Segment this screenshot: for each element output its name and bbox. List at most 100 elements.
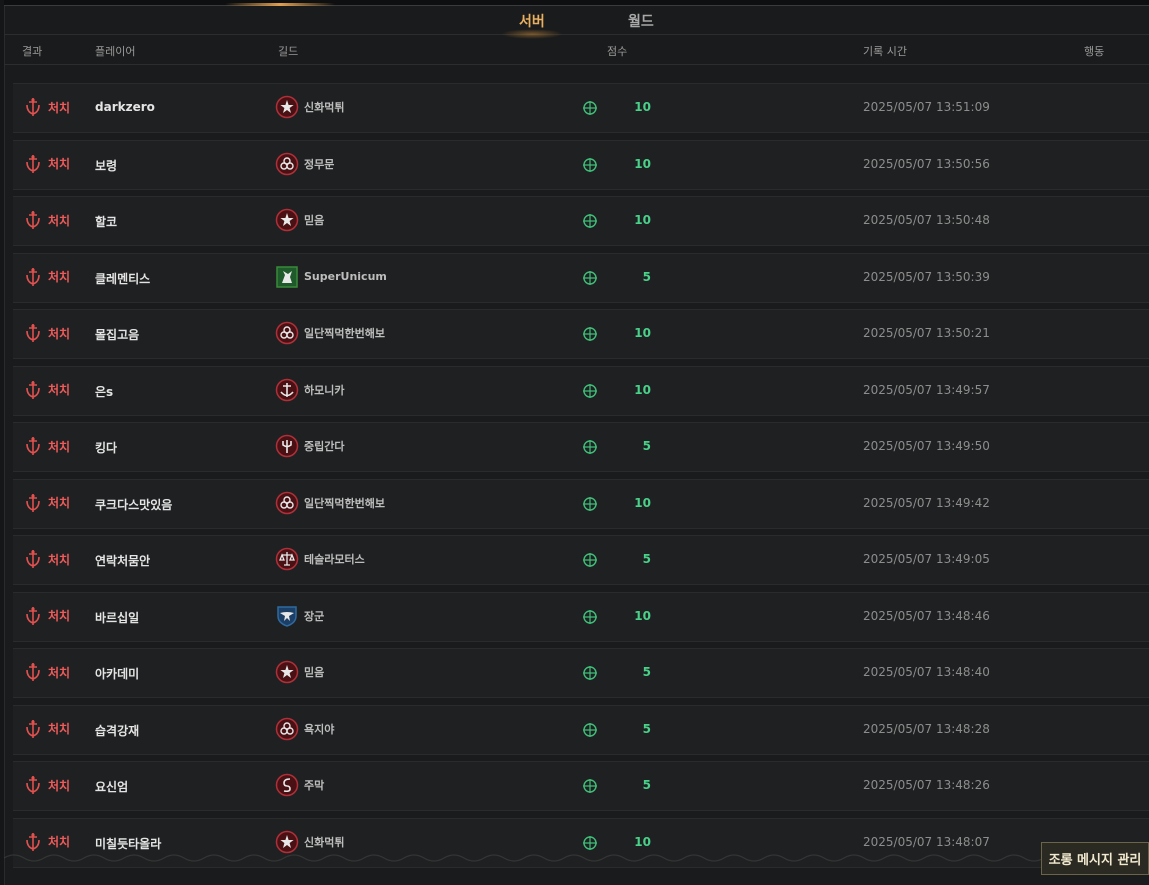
tab-server[interactable]: 서버 (501, 11, 563, 39)
record-time: 2025/05/07 13:50:21 (863, 326, 990, 340)
guild-name[interactable]: 중립간다 (304, 438, 344, 454)
guild-name[interactable]: 장군 (304, 608, 324, 624)
eagle-emblem-icon (277, 605, 297, 627)
star-emblem-icon (275, 208, 299, 232)
score-value: 10 (634, 326, 651, 340)
player-name[interactable]: 미칠듯타올라 (95, 835, 161, 852)
header-score: 점수 (607, 45, 628, 58)
result-cell: 처치 (23, 323, 70, 343)
guild-cell[interactable]: 테슬라모터스 (275, 547, 365, 571)
guild-name[interactable]: 일단찍먹한번해보 (304, 495, 385, 511)
result-cell: 처치 (23, 493, 70, 513)
guild-cell[interactable]: 신화먹튀 (275, 830, 344, 854)
player-name[interactable]: darkzero (95, 100, 155, 114)
table-row[interactable]: 처치 킹다 중립간다 5 2025/05/07 13:49:50 (13, 422, 1149, 472)
record-time: 2025/05/07 13:48:26 (863, 778, 990, 792)
player-name[interactable]: 몰집고음 (95, 326, 139, 343)
kill-icon (26, 98, 40, 116)
table-row[interactable]: 처치 쿠크다스맛있음 일단찍먹한번해보 10 2025/05/07 13:49:… (13, 478, 1149, 529)
table-row[interactable]: 처치 할코 믿음 10 2025/05/07 13:50:48 (13, 196, 1149, 246)
header-guild: 길드 (278, 45, 299, 58)
result-label: 처치 (48, 665, 71, 680)
guild-name[interactable]: 주막 (304, 777, 324, 793)
table-row[interactable]: 처치 요신엄 주막 5 2025/05/07 13:48:26 (13, 761, 1149, 811)
guild-name[interactable]: 욕지야 (304, 721, 334, 737)
table-row[interactable]: 처치 darkzero 신화먹튀 10 2025/05/07 13:51:09 (13, 83, 1149, 133)
scales-emblem-icon (275, 547, 299, 571)
guild-name[interactable]: 하모니카 (304, 382, 344, 398)
record-list: 처치 darkzero 신화먹튀 10 2025/05/07 13:51:09 … (13, 78, 1149, 868)
player-name[interactable]: 아카데미 (95, 665, 139, 682)
player-name[interactable]: 쿠크다스맛있음 (95, 496, 172, 513)
guild-cell[interactable]: SuperUnicum (275, 265, 387, 289)
guild-cell[interactable]: 중립간다 (275, 434, 344, 458)
player-name[interactable]: 킹다 (95, 439, 117, 456)
table-row[interactable]: 처치 보령 정무문 10 2025/05/07 13:50:56 (13, 139, 1149, 190)
result-cell: 처치 (23, 154, 70, 174)
table-row[interactable]: 처치 습격강재 욕지야 5 2025/05/07 13:48:28 (13, 704, 1149, 755)
guild-cell[interactable]: 신화먹튀 (275, 95, 344, 119)
header-player: 플레이어 (95, 45, 136, 58)
crosshair-icon (583, 496, 597, 511)
player-name[interactable]: 은s (95, 383, 113, 400)
player-name[interactable]: 습격강재 (95, 722, 139, 739)
guild-name[interactable]: 일단찍먹한번해보 (304, 325, 385, 341)
guild-name[interactable]: 믿음 (304, 212, 324, 228)
guild-cell[interactable]: 욕지야 (275, 717, 334, 741)
record-time: 2025/05/07 13:49:57 (863, 382, 990, 397)
serpent-emblem-icon (275, 773, 299, 797)
guild-name[interactable]: 믿음 (304, 664, 324, 680)
header-result: 결과 (22, 45, 43, 58)
table-row[interactable]: 처치 바르십일 장군 10 2025/05/07 13:48:46 (13, 591, 1149, 642)
result-cell: 처치 (23, 719, 70, 739)
guild-name[interactable]: 신화먹튀 (304, 99, 344, 115)
table-row[interactable]: 처치 클레멘티스 SuperUnicum 5 2025/05/07 13:50:… (13, 252, 1149, 303)
crosshair-icon (583, 553, 597, 567)
table-row[interactable]: 처치 아카데미 믿음 5 2025/05/07 13:48:40 (13, 648, 1149, 698)
table-row[interactable]: 처치 연락처뭄안 테슬라모터스 5 2025/05/07 13:49:05 (13, 535, 1149, 585)
guild-name[interactable]: SuperUnicum (304, 270, 387, 283)
kill-icon (26, 324, 40, 342)
table-header: 결과 플레이어 길드 점수 기록 시간 행동 (4, 35, 1149, 65)
tab-world[interactable]: 월드 (628, 11, 654, 31)
result-cell: 처치 (23, 775, 70, 795)
crosshair-icon (583, 779, 597, 793)
taunt-message-button[interactable]: 조롱 메시지 관리 (1041, 842, 1149, 875)
kill-icon (26, 437, 40, 455)
guild-name[interactable]: 정무문 (304, 156, 334, 172)
guild-cell[interactable]: 장군 (275, 604, 324, 628)
player-name[interactable]: 요신엄 (95, 778, 128, 795)
guild-name[interactable]: 신화먹튀 (304, 834, 344, 850)
crosshair-icon (583, 270, 597, 285)
guild-cell[interactable]: 정무문 (275, 152, 334, 176)
guild-cell[interactable]: 주막 (275, 773, 324, 797)
kill-icon (26, 154, 40, 173)
guild-cell[interactable]: 일단찍먹한번해보 (275, 491, 385, 515)
tab-bar: 서버 월드 (4, 6, 1149, 39)
player-name[interactable]: 보령 (95, 157, 117, 174)
crosshair-icon (583, 383, 597, 398)
player-name[interactable]: 연락처뭄안 (95, 552, 150, 569)
score-value: 5 (642, 778, 651, 792)
kill-icon (26, 719, 40, 738)
guild-cell[interactable]: 하모니카 (275, 378, 344, 402)
player-name[interactable]: 할코 (95, 213, 117, 230)
guild-cell[interactable]: 믿음 (275, 660, 324, 684)
record-time: 2025/05/07 13:49:50 (863, 439, 990, 453)
score-value: 5 (642, 721, 651, 736)
table-row[interactable]: 처치 몰집고음 일단찍먹한번해보 10 2025/05/07 13:50:21 (13, 309, 1149, 359)
result-cell: 처치 (23, 662, 70, 682)
kill-icon (26, 550, 40, 568)
record-time: 2025/05/07 13:48:40 (863, 665, 990, 679)
player-name[interactable]: 바르십일 (95, 609, 139, 626)
guild-name[interactable]: 테슬라모터스 (304, 551, 365, 567)
result-cell: 처치 (23, 380, 70, 400)
table-row[interactable]: 처치 은s 하모니카 10 2025/05/07 13:49:57 (13, 365, 1149, 416)
guild-cell[interactable]: 일단찍먹한번해보 (275, 321, 385, 345)
score-value: 10 (634, 382, 651, 397)
anchor-emblem-icon (275, 378, 299, 401)
guild-cell[interactable]: 믿음 (275, 208, 324, 232)
player-name[interactable]: 클레멘티스 (95, 270, 150, 287)
result-label: 처치 (48, 835, 71, 849)
kill-icon (26, 380, 40, 399)
